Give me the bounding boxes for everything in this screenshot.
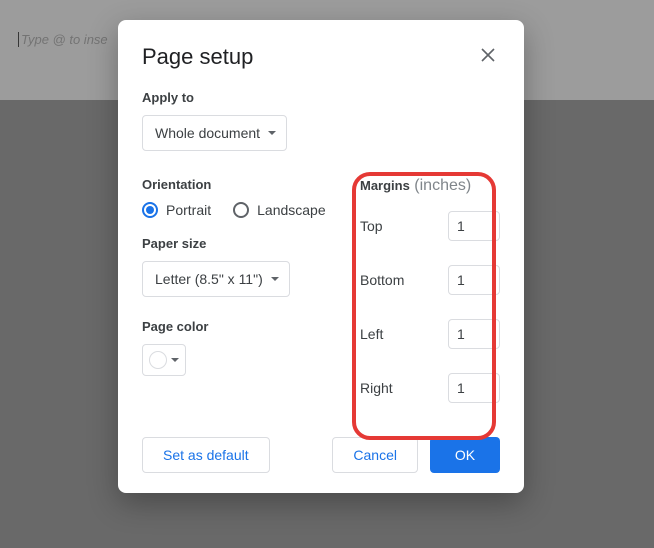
set-default-label: Set as default xyxy=(163,447,249,463)
margin-top-input[interactable] xyxy=(448,211,500,241)
cancel-button[interactable]: Cancel xyxy=(332,437,418,473)
left-column: Orientation Portrait Landscape Paper siz… xyxy=(142,157,350,403)
paper-size-dropdown[interactable]: Letter (8.5" x 11") xyxy=(142,261,290,297)
margin-bottom-input[interactable] xyxy=(448,265,500,295)
dialog-footer: Set as default Cancel OK xyxy=(142,437,500,473)
close-button[interactable] xyxy=(476,45,500,69)
margin-left-input[interactable] xyxy=(448,319,500,349)
page-color-dropdown[interactable] xyxy=(142,344,186,376)
margin-bottom-label: Bottom xyxy=(360,272,404,288)
close-icon xyxy=(481,48,495,67)
margin-right-input[interactable] xyxy=(448,373,500,403)
color-swatch-icon xyxy=(149,351,167,369)
margin-left-label: Left xyxy=(360,326,383,342)
caret-down-icon xyxy=(271,277,279,281)
orientation-landscape-radio[interactable]: Landscape xyxy=(233,202,326,218)
orientation-label: Orientation xyxy=(142,177,350,192)
ok-button[interactable]: OK xyxy=(430,437,500,473)
margins-label: Margins xyxy=(360,178,410,193)
orientation-portrait-radio[interactable]: Portrait xyxy=(142,202,211,218)
apply-to-section: Apply to Whole document xyxy=(142,90,500,151)
margin-top-label: Top xyxy=(360,218,383,234)
cancel-label: Cancel xyxy=(353,447,397,463)
page-setup-dialog: Page setup Apply to Whole document Orien… xyxy=(118,20,524,493)
set-default-button[interactable]: Set as default xyxy=(142,437,270,473)
apply-to-label: Apply to xyxy=(142,90,500,105)
apply-to-dropdown[interactable]: Whole document xyxy=(142,115,287,151)
page-color-section: Page color xyxy=(142,319,350,376)
paper-size-value: Letter (8.5" x 11") xyxy=(155,271,263,287)
apply-to-value: Whole document xyxy=(155,125,260,141)
orientation-landscape-label: Landscape xyxy=(257,202,326,218)
orientation-portrait-label: Portrait xyxy=(166,202,211,218)
dialog-title: Page setup xyxy=(142,44,253,70)
orientation-section: Orientation Portrait Landscape xyxy=(142,177,350,218)
radio-checked-icon xyxy=(142,202,158,218)
ok-label: OK xyxy=(455,447,475,463)
paper-size-section: Paper size Letter (8.5" x 11") xyxy=(142,236,350,297)
caret-down-icon xyxy=(171,358,179,362)
page-color-label: Page color xyxy=(142,319,350,334)
margins-unit: (inches) xyxy=(414,177,471,194)
margin-right-label: Right xyxy=(360,380,393,396)
caret-down-icon xyxy=(268,131,276,135)
margins-section: Margins (inches) Top Bottom Left Right xyxy=(360,157,500,403)
dialog-header: Page setup xyxy=(142,44,500,70)
paper-size-label: Paper size xyxy=(142,236,350,251)
radio-unchecked-icon xyxy=(233,202,249,218)
